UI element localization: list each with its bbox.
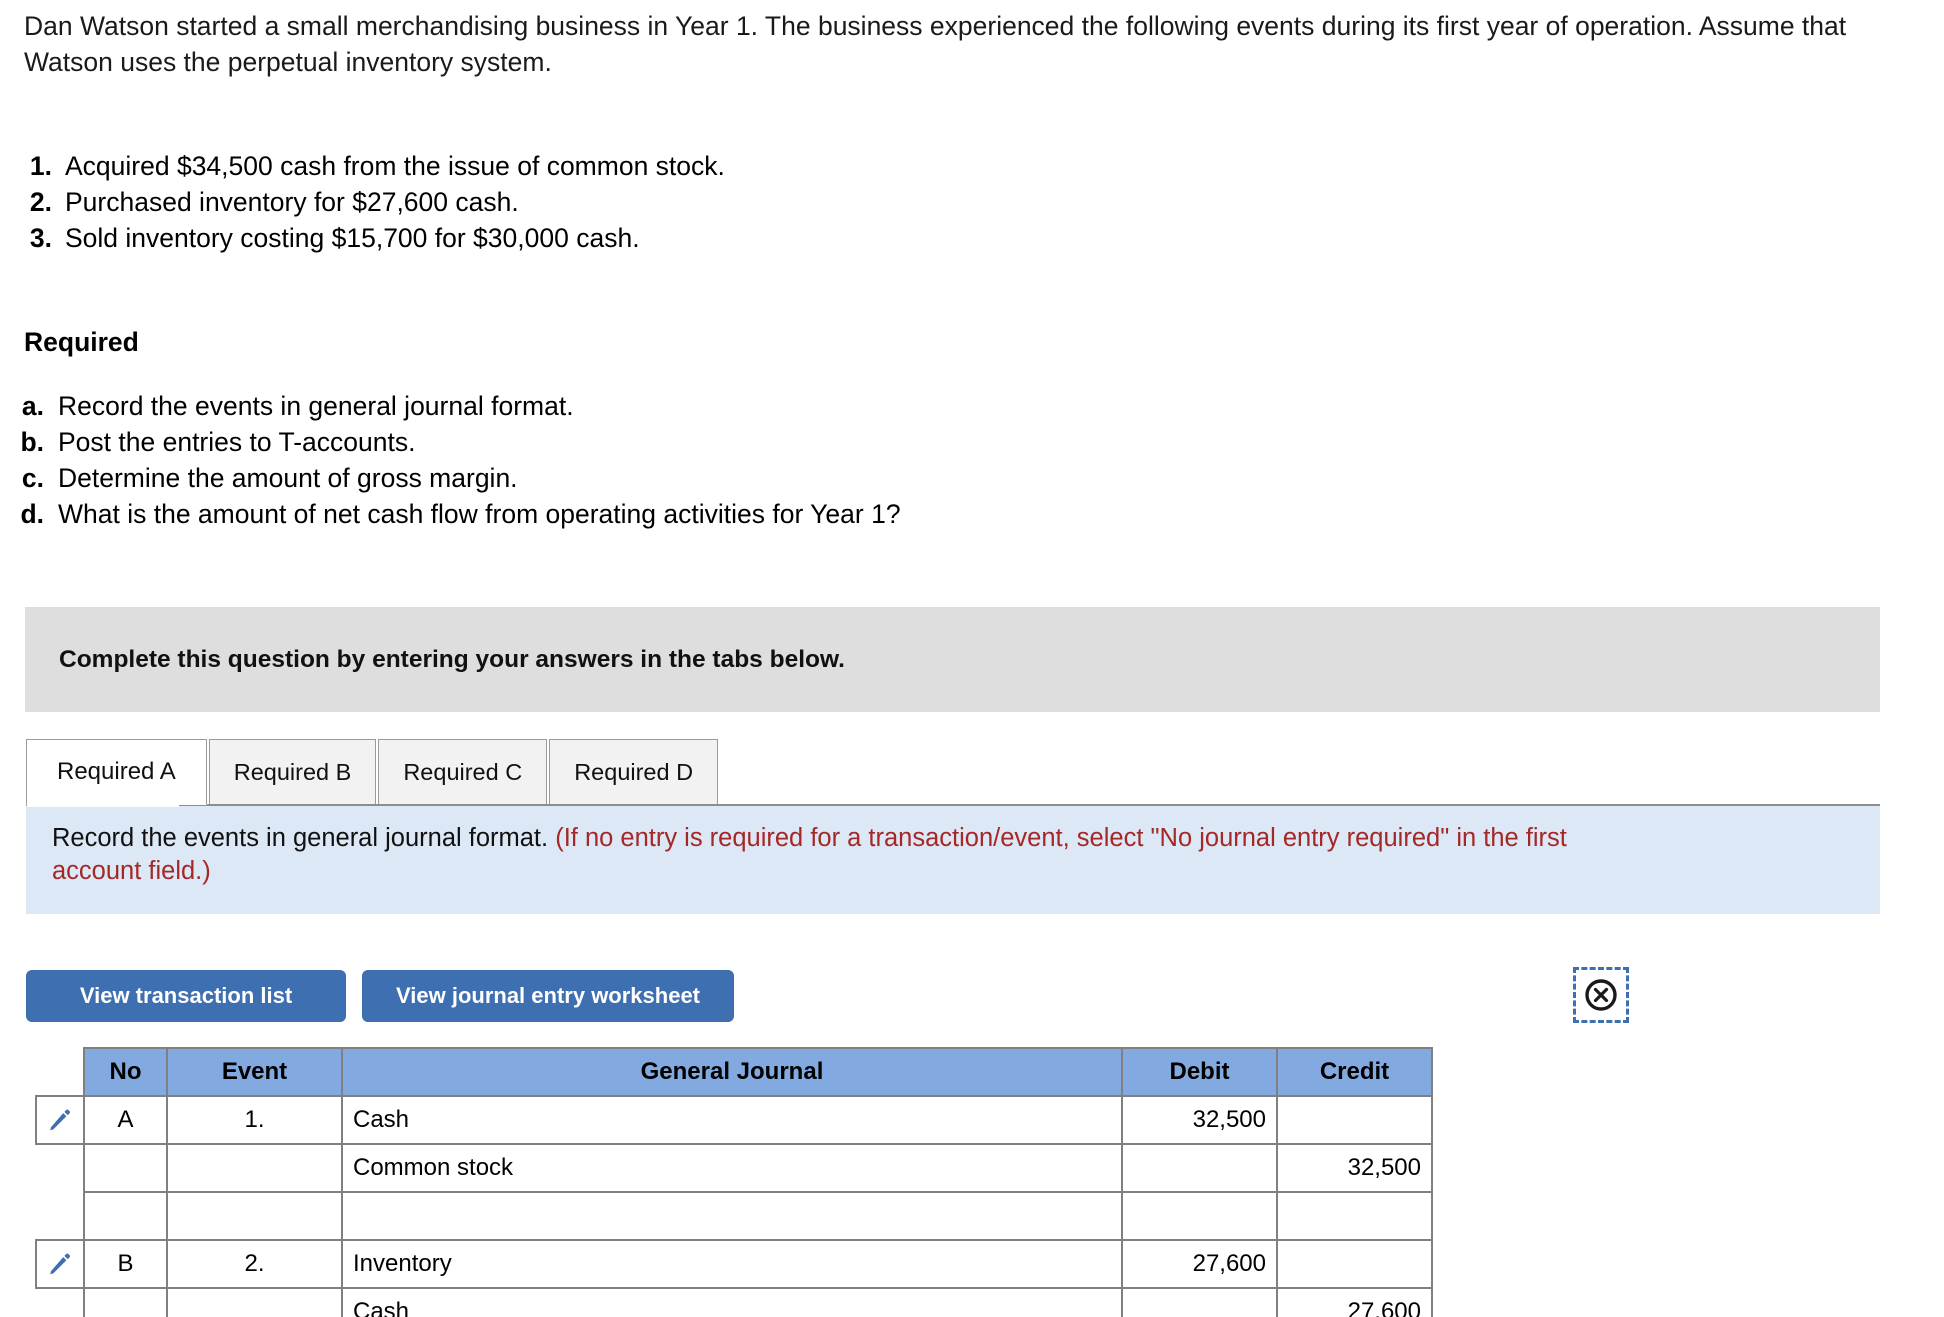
- event-text: Purchased inventory for $27,600 cash.: [65, 187, 519, 217]
- tab-required-a[interactable]: Required A: [26, 739, 207, 805]
- event-item: 3. Sold inventory costing $15,700 for $3…: [22, 220, 1222, 256]
- required-item-letter: d.: [20, 499, 44, 529]
- tab-strip-underline: [26, 804, 1880, 806]
- cell-debit[interactable]: 32,500: [1121, 1095, 1278, 1145]
- required-item-letter: b.: [20, 427, 44, 457]
- tab-strip: Required A Required B Required C Require…: [26, 739, 720, 805]
- cell-account[interactable]: Cash: [341, 1095, 1123, 1145]
- required-item: b. Post the entries to T-accounts.: [16, 424, 1316, 460]
- table-row[interactable]: B 2. Inventory 27,600: [35, 1239, 1433, 1289]
- tab-required-d[interactable]: Required D: [549, 739, 719, 805]
- event-list: 1. Acquired $34,500 cash from the issue …: [22, 148, 1222, 256]
- cell-debit[interactable]: [1121, 1143, 1278, 1193]
- header-credit: Credit: [1276, 1047, 1433, 1097]
- cell-account[interactable]: Inventory: [341, 1239, 1123, 1289]
- view-journal-entry-worksheet-button[interactable]: View journal entry worksheet: [362, 970, 734, 1022]
- cell-credit[interactable]: 32,500: [1276, 1143, 1433, 1193]
- instruction-red-text-line2: account field.): [52, 857, 211, 885]
- header-no: No: [83, 1047, 168, 1097]
- required-item-text: Determine the amount of gross margin.: [58, 463, 518, 493]
- complete-question-banner: Complete this question by entering your …: [25, 607, 1880, 712]
- header-general-journal: General Journal: [341, 1047, 1123, 1097]
- cell-no[interactable]: [83, 1191, 168, 1241]
- required-item-text: What is the amount of net cash flow from…: [58, 499, 901, 529]
- cell-debit[interactable]: 27,600: [1121, 1239, 1278, 1289]
- intro-paragraph: Dan Watson started a small merchandising…: [24, 11, 1847, 77]
- view-transaction-list-button[interactable]: View transaction list: [26, 970, 346, 1022]
- tab-required-c[interactable]: Required C: [378, 739, 548, 805]
- active-tab-mask: [27, 803, 179, 807]
- required-item-text: Record the events in general journal for…: [58, 391, 574, 421]
- instruction-black-text: Record the events in general journal for…: [52, 824, 549, 852]
- cell-no[interactable]: [83, 1287, 168, 1317]
- journal-entry-table: No Event General Journal Debit Credit A: [35, 1047, 1433, 1317]
- table-header-row: No Event General Journal Debit Credit: [36, 1047, 1433, 1097]
- event-number: 3.: [29, 223, 52, 253]
- required-item: c. Determine the amount of gross margin.: [16, 460, 1316, 496]
- cell-debit[interactable]: [1121, 1287, 1278, 1317]
- cell-event[interactable]: [166, 1287, 343, 1317]
- cell-event[interactable]: [166, 1143, 343, 1193]
- cell-event[interactable]: 2.: [166, 1239, 343, 1289]
- cell-credit[interactable]: 27,600: [1276, 1287, 1433, 1317]
- close-button-selection-box[interactable]: [1573, 967, 1629, 1023]
- edit-row-cell-empty: [36, 1288, 85, 1317]
- event-text: Sold inventory costing $15,700 for $30,0…: [65, 223, 640, 253]
- instruction-panel: Record the events in general journal for…: [26, 806, 1880, 914]
- edit-row-cell[interactable]: [35, 1095, 85, 1145]
- banner-text: Complete this question by entering your …: [59, 645, 845, 673]
- event-text: Acquired $34,500 cash from the issue of …: [65, 151, 725, 181]
- edit-row-cell-empty: [36, 1144, 85, 1192]
- edit-row-cell[interactable]: [35, 1239, 85, 1289]
- pencil-icon[interactable]: [47, 1251, 73, 1277]
- cell-credit[interactable]: [1276, 1095, 1433, 1145]
- cell-event[interactable]: 1.: [166, 1095, 343, 1145]
- table-row[interactable]: [36, 1191, 1433, 1241]
- cell-debit[interactable]: [1121, 1191, 1278, 1241]
- event-number: 2.: [29, 187, 52, 217]
- edit-row-cell-empty: [36, 1192, 85, 1240]
- instruction-line-1: Record the events in general journal for…: [52, 822, 1854, 855]
- required-item: d. What is the amount of net cash flow f…: [16, 496, 1316, 532]
- cell-account[interactable]: [341, 1191, 1123, 1241]
- required-item-text: Post the entries to T-accounts.: [58, 427, 416, 457]
- required-item-letter: a.: [21, 391, 44, 421]
- cell-no[interactable]: B: [83, 1239, 168, 1289]
- cell-no[interactable]: [83, 1143, 168, 1193]
- required-list: a. Record the events in general journal …: [16, 388, 1316, 532]
- event-number: 1.: [29, 151, 52, 181]
- table-row[interactable]: Common stock 32,500: [36, 1143, 1433, 1193]
- event-item: 1. Acquired $34,500 cash from the issue …: [22, 148, 1222, 184]
- required-item-letter: c.: [21, 463, 44, 493]
- cell-credit[interactable]: [1276, 1239, 1433, 1289]
- cell-no[interactable]: A: [83, 1095, 168, 1145]
- header-event: Event: [166, 1047, 343, 1097]
- cell-credit[interactable]: [1276, 1191, 1433, 1241]
- question-page: Dan Watson started a small merchandising…: [0, 0, 1944, 1317]
- close-circle-icon[interactable]: [1584, 978, 1618, 1012]
- pencil-icon[interactable]: [47, 1107, 73, 1133]
- required-heading: Required: [24, 327, 139, 357]
- instruction-red-text-line1: (If no entry is required for a transacti…: [555, 824, 1567, 852]
- header-blank: [36, 1048, 84, 1096]
- tab-required-b[interactable]: Required B: [208, 739, 377, 805]
- journal-table-body: A 1. Cash 32,500 Common stock 32,500 B 2…: [35, 1095, 1433, 1317]
- table-row[interactable]: A 1. Cash 32,500: [35, 1095, 1433, 1145]
- cell-event[interactable]: [166, 1191, 343, 1241]
- cell-account[interactable]: Cash: [341, 1287, 1123, 1317]
- cell-account[interactable]: Common stock: [341, 1143, 1123, 1193]
- required-item: a. Record the events in general journal …: [16, 388, 1316, 424]
- table-row[interactable]: Cash 27,600: [36, 1287, 1433, 1317]
- header-debit: Debit: [1121, 1047, 1278, 1097]
- event-item: 2. Purchased inventory for $27,600 cash.: [22, 184, 1222, 220]
